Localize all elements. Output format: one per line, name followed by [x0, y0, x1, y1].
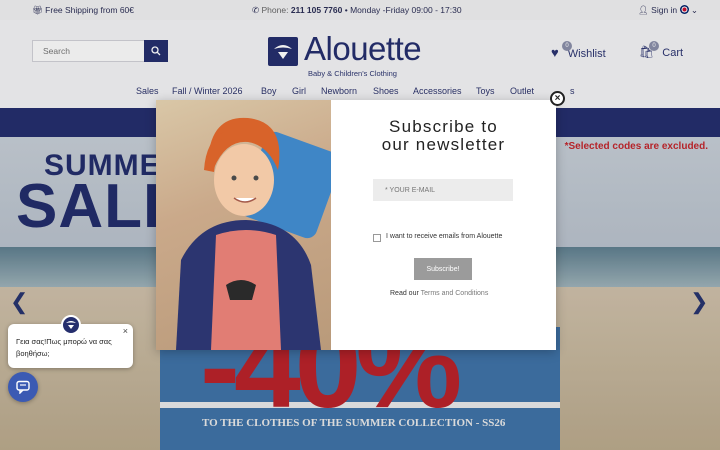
chat-close-icon[interactable]: ×	[123, 326, 128, 336]
chat-launcher-button[interactable]	[8, 372, 38, 402]
consent-label[interactable]: I want to receive emails from Alouette	[386, 233, 502, 240]
terms-link[interactable]: Terms and Conditions	[421, 290, 489, 297]
newsletter-modal: Subscribe to our newsletter I want to re…	[156, 100, 556, 350]
newsletter-title-line-2: our newsletter	[381, 135, 506, 154]
chat-icon	[16, 380, 30, 394]
newsletter-title-line-1: Subscribe to	[389, 117, 498, 136]
close-icon[interactable]: ×	[550, 91, 565, 106]
email-field[interactable]	[373, 179, 513, 201]
close-symbol: ×	[554, 92, 561, 104]
subscribe-button[interactable]: Subscribe!	[414, 258, 472, 280]
chat-avatar	[61, 315, 81, 335]
terms-text: Read our Terms and Conditions	[390, 290, 488, 297]
newsletter-photo	[156, 100, 331, 350]
newsletter-title: Subscribe to our newsletter	[331, 118, 556, 154]
consent-checkbox[interactable]	[373, 234, 381, 242]
chat-message: Γεια σας!Πως μπορώ να σας βοηθήσω;	[16, 337, 112, 358]
terms-prefix: Read our	[390, 290, 419, 297]
